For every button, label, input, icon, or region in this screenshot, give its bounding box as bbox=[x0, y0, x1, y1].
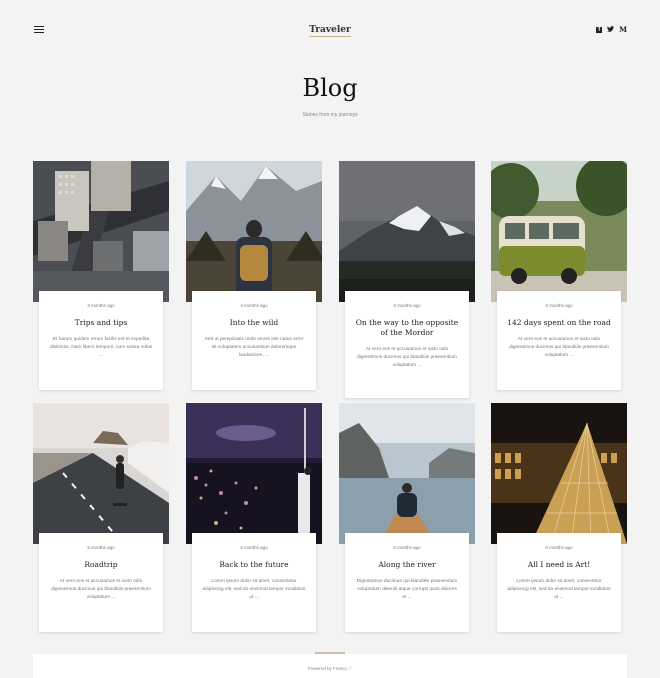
post-thumbnail-city-aerial[interactable] bbox=[33, 161, 169, 302]
post-date: 5 months ago bbox=[393, 545, 421, 550]
post-thumbnail-vw-van[interactable] bbox=[491, 161, 627, 302]
footer-credit: Powered by Fresco ♡ bbox=[307, 666, 353, 671]
post-info: 4 months ago 142 days spent on the road … bbox=[497, 291, 621, 390]
post-info: 4 months ago On the way to the opposite … bbox=[345, 291, 469, 398]
page-title: Blog bbox=[302, 74, 358, 102]
post-excerpt: Dignissimos ducimus qui blanditiis praes… bbox=[356, 579, 458, 600]
footer-accent-bar bbox=[315, 652, 345, 654]
post-excerpt: At vero eos et accusamus et iusto odio d… bbox=[509, 337, 609, 358]
post-thumbnail-night-city[interactable] bbox=[186, 403, 322, 544]
page-subtitle: Stories from my journeys bbox=[302, 112, 358, 118]
post-excerpt: Et harum quidem rerum facilis est et exp… bbox=[49, 337, 153, 358]
post-title[interactable]: Along the river bbox=[353, 560, 461, 570]
post-date: 4 months ago bbox=[240, 303, 268, 308]
site-header: Traveler f M bbox=[0, 0, 660, 60]
post-excerpt: Lorem ipsum dolor sit amet, consectetur … bbox=[202, 579, 306, 600]
post-title[interactable]: Into the wild bbox=[200, 318, 308, 328]
site-logo[interactable]: Traveler bbox=[0, 25, 660, 37]
twitter-icon[interactable] bbox=[607, 25, 615, 34]
post-title[interactable]: Roadtrip bbox=[47, 560, 155, 570]
post-excerpt: Lorem ipsum dolor sit amet, consectetur … bbox=[507, 579, 611, 600]
post-info: 6 months ago All I need is Art! Lorem ip… bbox=[497, 533, 621, 632]
facebook-icon[interactable]: f bbox=[596, 26, 603, 33]
post-title[interactable]: 142 days spent on the road bbox=[505, 318, 613, 328]
social-links: f M bbox=[596, 25, 627, 34]
site-footer: Powered by Fresco ♡ bbox=[33, 652, 627, 678]
post-thumbnail-hiker-mountains[interactable] bbox=[186, 161, 322, 302]
post-date: 6 months ago bbox=[545, 545, 573, 550]
post-excerpt: At vero eos et accusamus et iusto odio d… bbox=[51, 579, 151, 600]
post-title[interactable]: Trips and tips bbox=[47, 318, 155, 328]
post-thumbnail-snowy-peak[interactable] bbox=[339, 161, 475, 302]
post-title[interactable]: Back to the future bbox=[200, 560, 308, 570]
medium-icon[interactable]: M bbox=[619, 25, 627, 34]
post-date: 3 months ago bbox=[87, 303, 115, 308]
post-info: 5 months ago Roadtrip At vero eos et acc… bbox=[39, 533, 163, 632]
post-excerpt: Sed ut perspiciatis unde omnis iste natu… bbox=[204, 337, 304, 358]
site-logo-text[interactable]: Traveler bbox=[309, 25, 351, 37]
post-title[interactable]: On the way to the opposite of the Mordor bbox=[353, 318, 461, 338]
post-info: 5 months ago Back to the future Lorem ip… bbox=[192, 533, 316, 632]
post-info: 4 months ago Into the wild Sed ut perspi… bbox=[192, 291, 316, 390]
post-title[interactable]: All I need is Art! bbox=[505, 560, 613, 570]
post-info: 5 months ago Along the river Dignissimos… bbox=[345, 533, 469, 632]
post-date: 5 months ago bbox=[87, 545, 115, 550]
post-info: 3 months ago Trips and tips Et harum qui… bbox=[39, 291, 163, 390]
post-thumbnail-louvre[interactable] bbox=[491, 403, 627, 544]
post-date: 4 months ago bbox=[393, 303, 421, 308]
post-date: 5 months ago bbox=[240, 545, 268, 550]
post-thumbnail-roadtrip[interactable] bbox=[33, 403, 169, 544]
post-thumbnail-river-dock[interactable] bbox=[339, 403, 475, 544]
post-excerpt: At vero eos et accusamus et iusto odio d… bbox=[357, 347, 457, 368]
post-date: 4 months ago bbox=[545, 303, 573, 308]
